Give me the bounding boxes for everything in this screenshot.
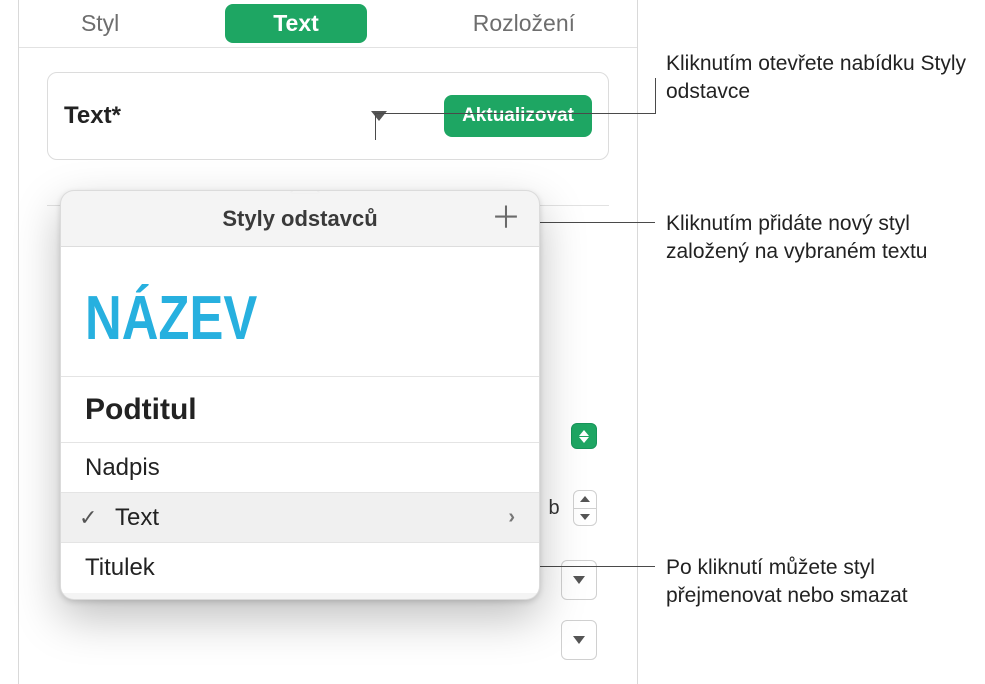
update-button[interactable]: Aktualizovat [444, 95, 592, 137]
style-body-label: Text [115, 504, 159, 532]
dropdown-button[interactable] [561, 620, 597, 660]
callout-line [537, 222, 655, 223]
style-caption-label: Titulek [85, 554, 155, 582]
add-style-button[interactable]: ＋ [491, 204, 521, 234]
stepper-value: b [539, 490, 569, 526]
popover-title: Styly odstavců [222, 206, 377, 232]
style-subtitle-label: Podtitul [85, 393, 197, 427]
chevron-down-icon [573, 576, 585, 584]
style-item-subtitle[interactable]: Podtitul [61, 377, 539, 443]
tab-text[interactable]: Text [225, 4, 367, 43]
callout-line [375, 113, 655, 114]
callout-text-3: Po kliknutí můžete styl přejmenovat nebo… [666, 554, 966, 611]
chevron-right-icon[interactable]: › [508, 506, 515, 529]
stepper[interactable] [573, 490, 597, 526]
tabs: Styl Text Rozložení [19, 0, 637, 48]
callout-text-1: Kliknutím otevřete nabídku Styly odstavc… [666, 50, 976, 107]
popover-header: Styly odstavců ＋ [61, 191, 539, 247]
callout-line [375, 113, 376, 140]
stepper-up-icon [580, 496, 590, 502]
style-title-preview: NÁZEV [85, 283, 257, 354]
tab-layout[interactable]: Rozložení [455, 2, 593, 45]
paragraph-style-box[interactable]: Text* Aktualizovat [47, 72, 609, 160]
callout-text-2: Kliknutím přidáte nový styl založený na … [666, 210, 966, 267]
popup-button-icon[interactable] [571, 423, 597, 449]
tab-style[interactable]: Styl [63, 2, 137, 45]
style-item-heading[interactable]: Nadpis [61, 443, 539, 493]
paragraph-styles-popover: Styly odstavců ＋ NÁZEV Podtitul Nadpis T… [60, 190, 540, 600]
paragraph-style-name: Text* [64, 102, 121, 130]
style-heading-label: Nadpis [85, 454, 160, 482]
callout-line [655, 78, 656, 114]
callout-line [533, 566, 655, 567]
style-item-body[interactable]: Text › [61, 493, 539, 543]
style-item-title[interactable]: NÁZEV [61, 247, 539, 377]
chevron-down-icon [573, 636, 585, 644]
style-item-caption[interactable]: Titulek [61, 543, 539, 593]
paragraph-style-label: Text* [64, 102, 387, 130]
stepper-down-icon [580, 514, 590, 520]
